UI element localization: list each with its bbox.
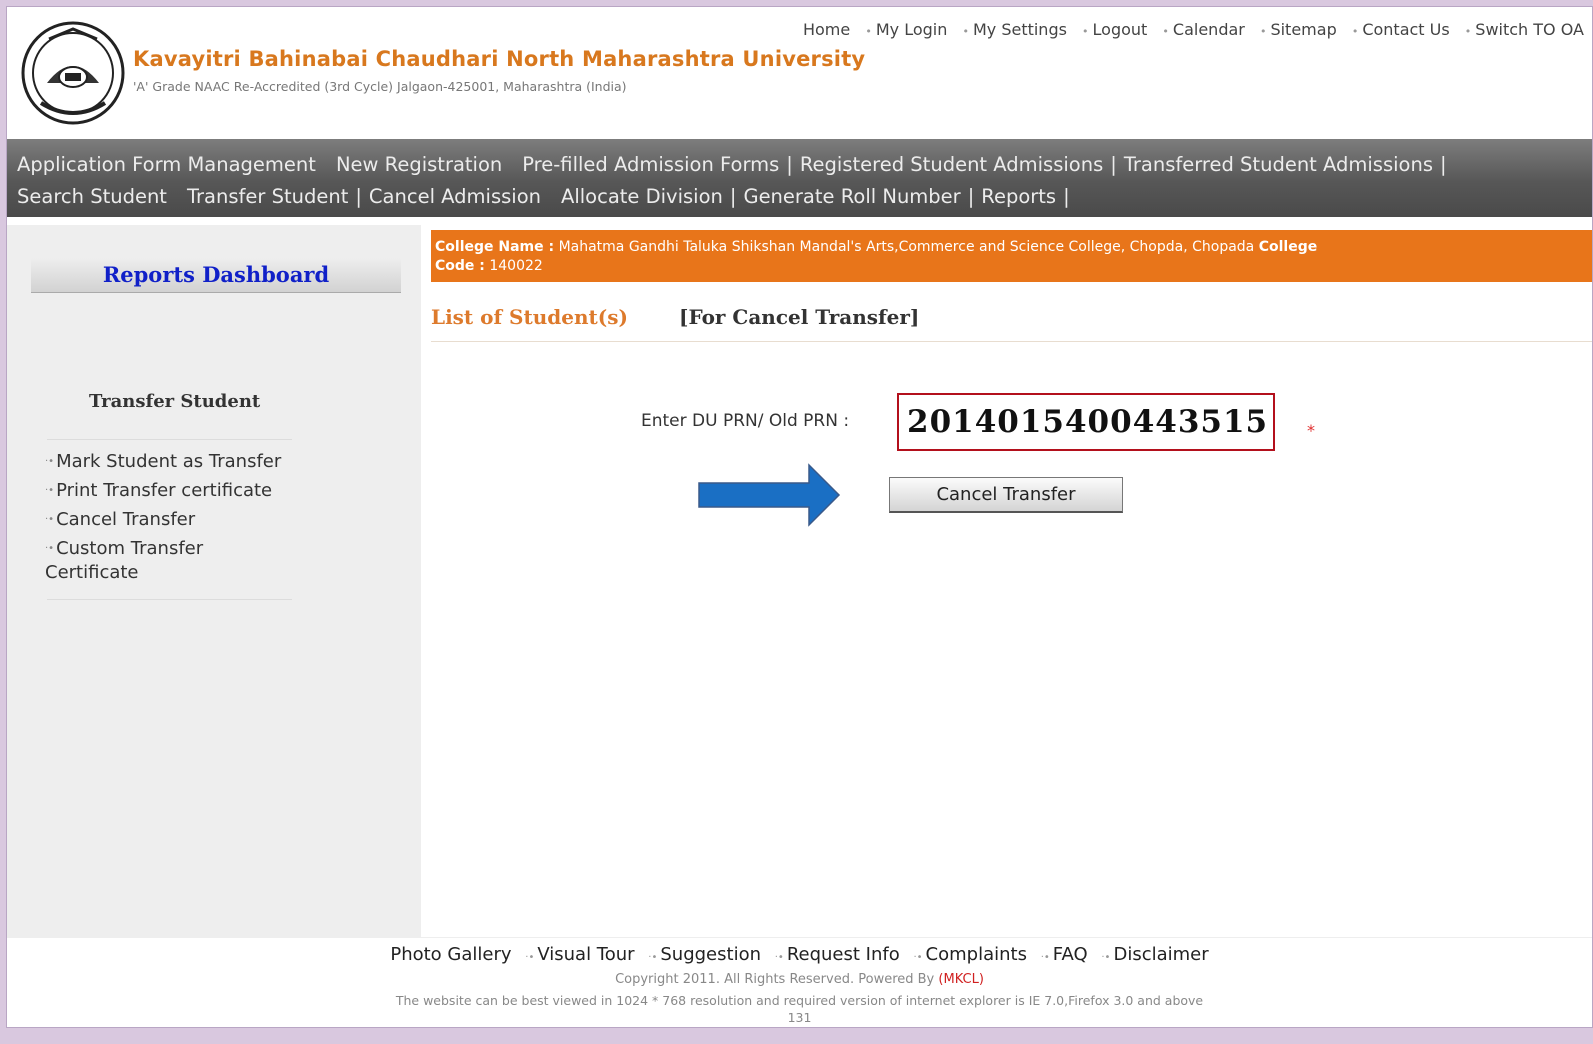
required-marker: * (1307, 421, 1315, 440)
sidebar-item-label: Mark Student as Transfer (56, 451, 282, 472)
top-link-logout[interactable]: Logout (1093, 20, 1148, 39)
sidebar-divider (47, 599, 292, 600)
nav-row-2: Search Student Transfer Student | Cancel Ad… (17, 185, 1070, 208)
bullet-icon: ·• (45, 543, 55, 554)
nav-new-registration[interactable]: New Registration (336, 153, 502, 176)
nav-registered-student-admissions[interactable]: Registered Student Admissions (800, 153, 1103, 176)
copyright-text: Copyright 2011. All Rights Reserved. Pow… (7, 972, 1592, 987)
browser-page: Kavayitri Bahinabai Chaudhari North Maha… (6, 6, 1593, 1028)
college-code-label: College (1258, 239, 1318, 255)
sidebar-item-label: Custom Transfer (56, 538, 204, 559)
title-divider (431, 341, 1592, 342)
sidebar-item-label: Print Transfer certificate (56, 480, 273, 501)
sidebar-item-cancel-transfer[interactable]: ·• Cancel Transfer (45, 508, 195, 532)
nav-generate-roll-number[interactable]: Generate Roll Number (743, 185, 960, 208)
sidebar-item-label: Cancel Transfer (56, 509, 196, 530)
college-info-bar: College Name : Mahatma Gandhi Taluka Shi… (431, 230, 1592, 282)
college-name-label: College Name : (435, 239, 555, 255)
nav-transferred-student-admissions[interactable]: Transferred Student Admissions (1124, 153, 1433, 176)
sidebar: Reports Dashboard Transfer Student ·• Mar… (7, 225, 421, 937)
top-links: Home • My Login • My Settings • Logout • Cal… (802, 20, 1584, 39)
university-subtitle: 'A' Grade NAAC Re-Accredited (3rd Cycle)… (133, 79, 627, 94)
sidebar-item-mark-student-as-transfer[interactable]: ·• Mark Student as Transfer (45, 450, 281, 474)
main-content: College Name : Mahatma Gandhi Taluka Shi… (421, 225, 1592, 937)
copyright-label: Copyright 2011. All Rights Reserved. Pow… (615, 972, 935, 987)
top-link-my-settings[interactable]: My Settings (973, 20, 1067, 39)
nav-transfer-student[interactable]: Transfer Student (187, 185, 348, 208)
footer-link-photo-gallery[interactable]: Photo Gallery (390, 944, 511, 965)
sidebar-item-print-transfer-certificate[interactable]: ·• Print Transfer certificate (45, 479, 272, 503)
top-link-calendar[interactable]: Calendar (1173, 20, 1245, 39)
footer-link-disclaimer[interactable]: Disclaimer (1113, 944, 1208, 965)
college-name-value: Mahatma Gandhi Taluka Shikshan Mandal's … (558, 239, 1255, 255)
footer-link-suggestion[interactable]: Suggestion (660, 944, 761, 965)
reports-dashboard-button[interactable]: Reports Dashboard (31, 258, 401, 293)
right-arrow-pointer (693, 462, 843, 532)
nav-row-1: Application Form Management New Registrat… (17, 153, 1447, 176)
bullet-icon: ·• (45, 514, 55, 525)
nav-allocate-division[interactable]: Allocate Division (561, 185, 723, 208)
site-footer: Photo Gallery ·• Visual Tour ·• Suggestion… (7, 937, 1592, 1027)
footer-link-faq[interactable]: FAQ (1053, 944, 1088, 965)
college-code-value: 140022 (489, 258, 543, 274)
university-emblem-logo (19, 19, 127, 127)
nav-prefilled-admission-forms[interactable]: Pre-filled Admission Forms (522, 153, 779, 176)
top-link-my-login[interactable]: My Login (876, 20, 948, 39)
visitor-counter: 131 (787, 1010, 812, 1025)
page-subtitle: [For Cancel Transfer] (679, 305, 920, 329)
footer-link-complaints[interactable]: Complaints (926, 944, 1027, 965)
top-link-contact-us[interactable]: Contact Us (1362, 20, 1449, 39)
sidebar-item-label-line2: Certificate (45, 562, 139, 583)
prn-field-label: Enter DU PRN/ Old PRN : (641, 411, 850, 431)
footer-links: Photo Gallery ·• Visual Tour ·• Suggestion… (390, 944, 1209, 965)
cancel-transfer-button[interactable]: Cancel Transfer (889, 477, 1123, 513)
nav-cancel-admission[interactable]: Cancel Admission (369, 185, 541, 208)
footer-link-visual-tour[interactable]: Visual Tour (537, 944, 634, 965)
main-navigation: Application Form Management New Registrat… (7, 139, 1592, 217)
sidebar-item-custom-transfer-certificate[interactable]: ·• Custom Transfer Certificate (45, 537, 203, 585)
top-link-switch-to-oa[interactable]: Switch TO OA (1475, 20, 1584, 39)
browser-note: The website can be best viewed in 1024 *… (395, 993, 1204, 1008)
nav-search-student[interactable]: Search Student (17, 185, 167, 208)
nav-application-form-management[interactable]: Application Form Management (17, 153, 316, 176)
prn-input[interactable] (897, 393, 1275, 451)
footer-link-request-info[interactable]: Request Info (787, 944, 900, 965)
sidebar-section-title: Transfer Student (89, 391, 261, 412)
bullet-icon: ·• (45, 485, 55, 496)
college-code-label-cont: Code : (435, 258, 485, 274)
top-link-sitemap[interactable]: Sitemap (1270, 20, 1336, 39)
page-title: List of Student(s) (431, 305, 628, 329)
top-link-home[interactable]: Home (803, 20, 850, 39)
bullet-icon: ·• (45, 456, 55, 467)
nav-separator (7, 217, 1592, 225)
mkcl-link[interactable]: (MKCL) (938, 972, 984, 987)
nav-reports[interactable]: Reports (981, 185, 1056, 208)
site-header: Kavayitri Bahinabai Chaudhari North Maha… (7, 7, 1592, 139)
university-name: Kavayitri Bahinabai Chaudhari North Maha… (133, 47, 866, 71)
sidebar-divider (47, 439, 292, 440)
